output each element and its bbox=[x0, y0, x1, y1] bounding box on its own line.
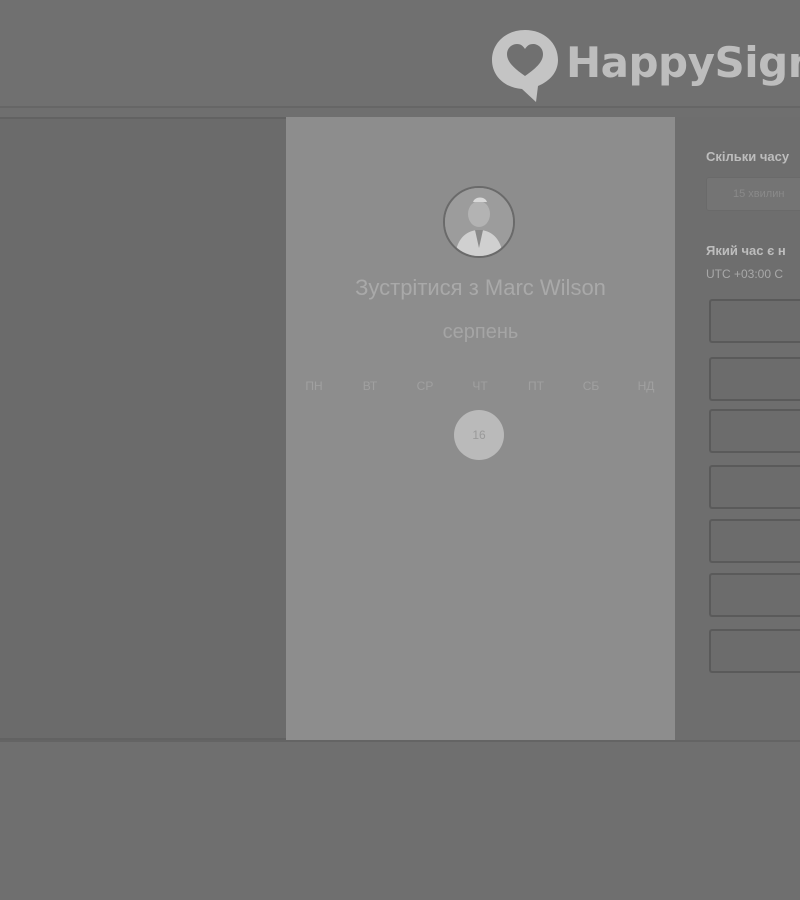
brand-name: HappySign bbox=[566, 37, 800, 87]
avatar bbox=[443, 186, 515, 258]
header: HappySign bbox=[0, 0, 800, 106]
footer-divider bbox=[0, 740, 800, 742]
timezone-label: UTC +03:00 С bbox=[706, 267, 784, 281]
brand[interactable]: HappySign bbox=[488, 26, 800, 106]
time-slot[interactable] bbox=[709, 357, 800, 401]
person-photo-icon bbox=[445, 188, 513, 256]
time-slot[interactable] bbox=[709, 519, 800, 563]
weekday-label: СБ bbox=[582, 379, 600, 393]
weekday-label: ЧТ bbox=[472, 379, 488, 393]
right-panel: Скільки часу 15 хвилин Який час є н UTC … bbox=[675, 117, 800, 740]
duration-label: Скільки часу bbox=[706, 149, 790, 164]
month-label: серпень bbox=[442, 321, 519, 343]
selected-day[interactable]: 16 bbox=[454, 410, 504, 460]
weekday-label: ПТ bbox=[528, 379, 544, 393]
calendar-card: Зустрітися з Marc Wilson серпень ПН ВТ С… bbox=[286, 117, 675, 740]
time-slot[interactable] bbox=[709, 465, 800, 509]
heart-chat-logo-icon bbox=[488, 26, 562, 106]
header-divider bbox=[0, 106, 800, 108]
weekday-label: СР bbox=[416, 379, 434, 393]
time-label: Який час є н bbox=[706, 243, 786, 258]
time-slot[interactable] bbox=[709, 299, 800, 343]
page-title: Зустрітися з Marc Wilson bbox=[355, 275, 606, 300]
weekday-label: ВТ bbox=[362, 379, 378, 393]
left-panel bbox=[0, 117, 286, 740]
weekday-label: НД bbox=[637, 379, 655, 393]
time-slot[interactable] bbox=[709, 629, 800, 673]
time-slot[interactable] bbox=[709, 409, 800, 453]
duration-select[interactable]: 15 хвилин bbox=[706, 177, 800, 211]
weekday-header: ПН ВТ СР ЧТ ПТ СБ НД bbox=[286, 379, 675, 395]
page: HappySign Зустрітися з Marc Wilson серпе… bbox=[0, 0, 800, 900]
time-slot[interactable] bbox=[709, 573, 800, 617]
weekday-label: ПН bbox=[305, 379, 323, 393]
